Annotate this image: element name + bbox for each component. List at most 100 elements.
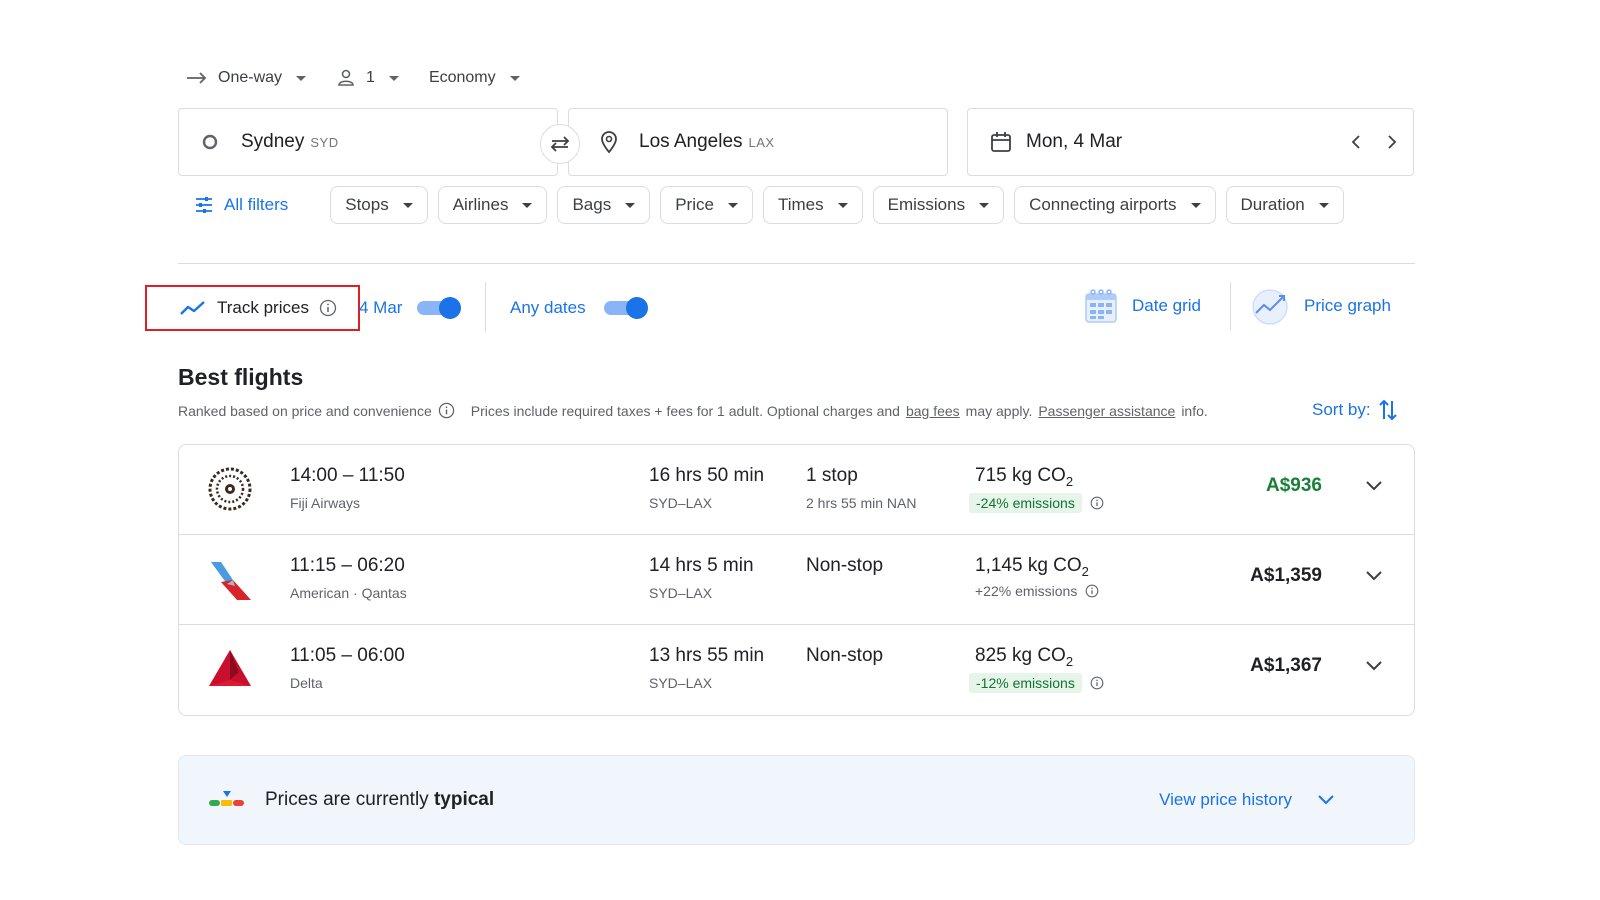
chevron-down-icon (509, 75, 520, 81)
sort-by-button[interactable]: Sort by: (1312, 398, 1399, 422)
flight-route: SYD–LAX (649, 675, 713, 691)
filter-chip-times[interactable]: Times (762, 186, 863, 224)
sort-arrows-icon (1378, 399, 1397, 421)
origin-field[interactable]: Sydney SYD (178, 108, 558, 176)
any-dates-toggle[interactable] (604, 297, 648, 319)
airline-name: Fiji Airways (290, 495, 361, 511)
filter-chip-price[interactable]: Price (660, 186, 753, 224)
destination-city: Los Angeles (639, 131, 743, 152)
flight-row[interactable]: 11:05 – 06:00 Delta 13 hrs 55 min SYD–LA… (179, 625, 1414, 715)
location-pin-icon (601, 131, 617, 154)
flight-times: 11:15 – 06:20 (290, 555, 405, 576)
any-dates-label: Any dates (510, 298, 586, 317)
chevron-down-icon[interactable] (1364, 659, 1384, 673)
filter-chip-airlines[interactable]: Airlines (437, 186, 548, 224)
departure-date: Mon, 4 Mar (1026, 131, 1123, 152)
all-filters-button[interactable]: All filters (178, 186, 304, 224)
flight-duration: 16 hrs 50 min (649, 465, 765, 486)
filter-chip-stops[interactable]: Stops (330, 186, 428, 224)
chip-label: Times (777, 195, 824, 214)
date-grid-button[interactable]: Date grid (1084, 286, 1201, 326)
emissions-info: +22% emissions (969, 583, 1099, 599)
cabin-class-select[interactable]: Economy (429, 69, 520, 87)
co2-value: 1,145 kg CO (975, 555, 1082, 576)
view-price-history-button[interactable]: View price history (1159, 790, 1336, 810)
chevron-down-icon[interactable] (1364, 479, 1384, 493)
best-flights-heading: Best flights (178, 364, 304, 390)
chevron-down-icon (1190, 202, 1201, 208)
arrow-right-icon (187, 72, 207, 84)
trip-type-label: One-way (218, 69, 283, 86)
view-price-history-label: View price history (1159, 790, 1292, 809)
chip-label: Airlines (452, 195, 509, 214)
filter-chip-duration[interactable]: Duration (1225, 186, 1344, 224)
flight-row[interactable]: 14:00 – 11:50 Fiji Airways 16 hrs 50 min… (179, 445, 1414, 535)
destination-code: LAX (748, 134, 775, 150)
flight-stops: Non-stop (806, 555, 884, 576)
chevron-down-icon (979, 202, 990, 208)
price-graph-button[interactable]: Price graph (1250, 286, 1391, 326)
chevron-down-icon (402, 202, 413, 208)
emissions-badge: -24% emissions (969, 493, 1082, 513)
passengers-select[interactable]: 1 (336, 68, 399, 88)
chip-label: Price (675, 195, 714, 214)
co2-amount: 715 kg CO2 (975, 465, 1073, 489)
emissions-text: +22% emissions (975, 583, 1078, 599)
results-disclaimer: Ranked based on price and convenience Pr… (178, 402, 1208, 419)
chevron-down-icon (522, 202, 533, 208)
flight-stops: Non-stop (806, 645, 884, 666)
flight-row[interactable]: 11:15 – 06:20 American · Qantas 14 hrs 5… (179, 535, 1414, 625)
passenger-assistance-link[interactable]: Passenger assistance (1038, 403, 1175, 419)
info-icon[interactable] (438, 402, 455, 419)
vertical-divider (485, 282, 486, 332)
chevron-down-icon (1318, 795, 1334, 805)
previous-date-icon[interactable] (1349, 134, 1365, 150)
trip-type-select[interactable]: One-way (186, 69, 307, 87)
filter-chip-connecting-airports[interactable]: Connecting airports (1014, 186, 1216, 224)
ranked-text: Ranked based on price and convenience (178, 402, 432, 419)
fiji-airways-logo (208, 467, 252, 511)
flight-route: SYD–LAX (649, 495, 713, 511)
track-date-toggle[interactable] (417, 297, 461, 319)
info-icon[interactable] (1090, 676, 1104, 690)
destination-field[interactable]: Los Angeles LAX (568, 108, 948, 176)
flight-price: A$1,367 (1250, 655, 1322, 676)
flight-duration: 13 hrs 55 min (649, 645, 765, 666)
bag-fees-link[interactable]: bag fees (906, 403, 960, 419)
circle-icon (202, 134, 218, 150)
chevron-down-icon[interactable] (1364, 569, 1384, 583)
swap-button[interactable] (540, 124, 580, 164)
emissions-info: -12% emissions (969, 673, 1104, 693)
chevron-down-icon (388, 75, 399, 81)
next-date-icon[interactable] (1383, 134, 1399, 150)
chevron-down-icon (1318, 202, 1329, 208)
info-icon[interactable] (319, 299, 337, 317)
info-icon[interactable] (1090, 496, 1104, 510)
info-icon[interactable] (1085, 584, 1099, 598)
sort-by-label: Sort by: (1312, 400, 1371, 419)
graph-icon (1252, 289, 1288, 325)
departure-date-field[interactable]: Mon, 4 Mar (967, 108, 1414, 176)
date-grid-label: Date grid (1132, 296, 1201, 315)
emissions-info: -24% emissions (969, 493, 1104, 513)
passengers-count: 1 (366, 69, 375, 86)
chevron-down-icon (837, 202, 848, 208)
airline-name: Delta (290, 675, 323, 691)
track-prices-label: Track prices (217, 298, 309, 317)
filter-chip-emissions[interactable]: Emissions (872, 186, 1005, 224)
flight-duration: 14 hrs 5 min (649, 555, 754, 576)
chip-label: Bags (572, 195, 612, 214)
filter-chip-bags[interactable]: Bags (557, 186, 651, 224)
track-date-label: 4 Mar (359, 298, 403, 317)
calendar-icon (991, 132, 1011, 152)
chip-label: Emissions (887, 195, 966, 214)
all-filters-label: All filters (224, 195, 289, 214)
sliders-icon (196, 197, 212, 213)
track-prices-highlight: Track prices (145, 285, 360, 331)
chip-label: Duration (1240, 195, 1305, 214)
delta-logo (209, 650, 251, 686)
trip-options-bar: One-way 1 Economy (186, 64, 520, 92)
chevron-down-icon (296, 75, 307, 81)
flight-price: A$936 (1266, 475, 1322, 496)
price-insight-card: Prices are currently typical View price … (178, 755, 1415, 845)
